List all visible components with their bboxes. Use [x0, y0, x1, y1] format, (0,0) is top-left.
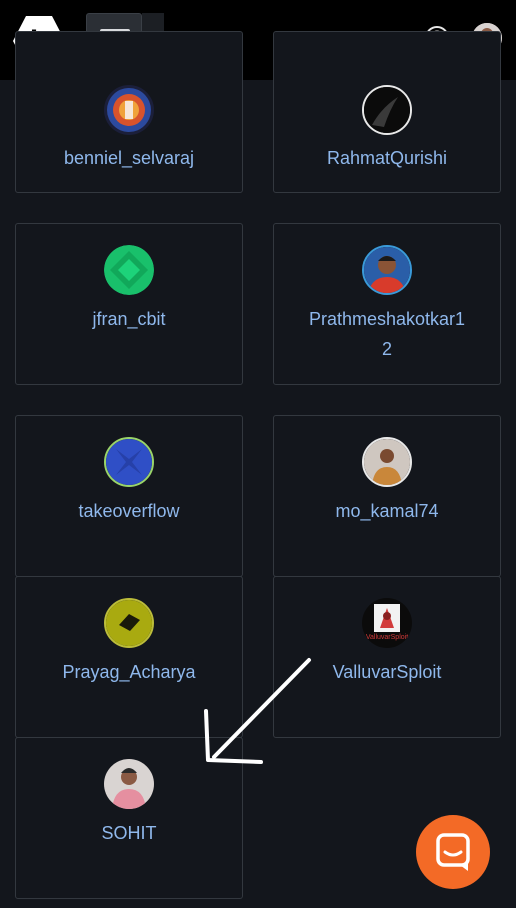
user-card[interactable]: Prathmeshakotkar1 2: [273, 223, 501, 385]
user-avatar-prayag: [104, 598, 154, 648]
username-label: mo_kamal74: [335, 501, 439, 521]
user-card[interactable]: takeoverflow: [15, 415, 243, 577]
user-card[interactable]: mo_kamal74: [273, 415, 501, 577]
user-card[interactable]: Prayag_Acharya: [15, 576, 243, 738]
user-avatar-takeoverflow: [104, 437, 154, 487]
user-avatar-benniel: [104, 85, 154, 135]
valluvar-avatar-text: ValluvarSploit: [366, 634, 408, 641]
username-label: benniel_selvaraj: [63, 148, 195, 168]
user-avatar-mo-kamal: [362, 437, 412, 487]
username-label: ValluvarSploit: [332, 662, 442, 682]
user-avatar-jfran: [104, 245, 154, 295]
username-label: Prathmeshakotkar1 2: [308, 309, 466, 359]
user-avatar-valluvar: ValluvarSploit: [362, 598, 412, 648]
username-label: jfran_cbit: [92, 309, 166, 329]
username-label: SOHIT: [101, 823, 157, 843]
username-label: RahmatQurishi: [326, 148, 448, 168]
user-avatar-rahmat: [362, 85, 412, 135]
user-card[interactable]: RahmatQurishi: [273, 31, 501, 193]
user-avatar-prathmesh: [362, 245, 412, 295]
user-card[interactable]: SOHIT: [15, 737, 243, 899]
username-label: takeoverflow: [78, 501, 180, 521]
user-card[interactable]: jfran_cbit: [15, 223, 243, 385]
chat-bubble-icon: [436, 833, 470, 871]
chat-button[interactable]: [416, 815, 490, 889]
username-label: Prayag_Acharya: [62, 662, 196, 682]
user-card[interactable]: ValluvarSploit ValluvarSploit: [273, 576, 501, 738]
user-card[interactable]: benniel_selvaraj: [15, 31, 243, 193]
user-avatar-sohit: [104, 759, 154, 809]
